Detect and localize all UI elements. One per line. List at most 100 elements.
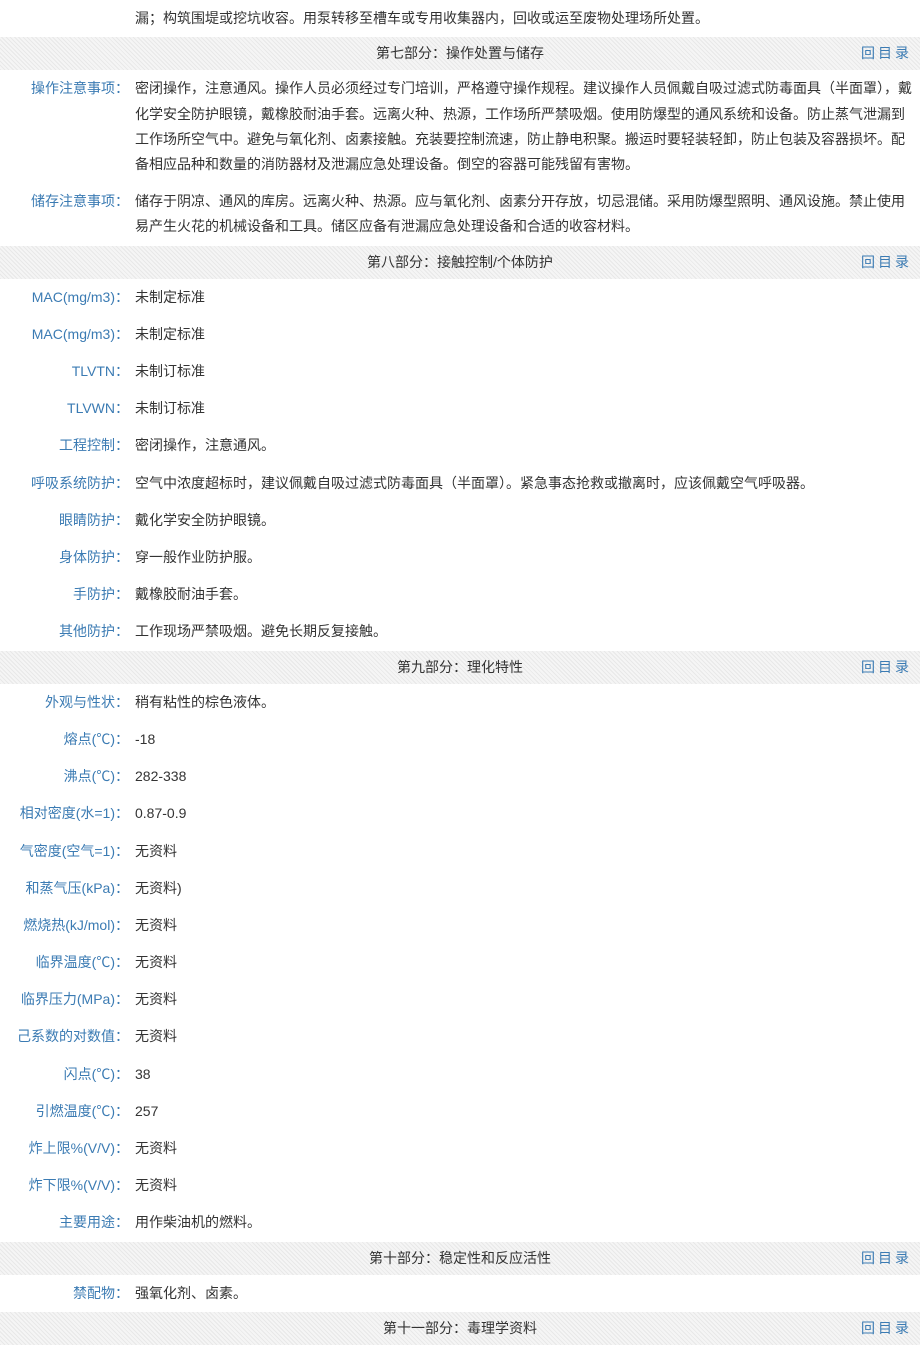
- row-value: 无资料: [131, 833, 920, 870]
- row-value: 强氧化剂、卤素。: [131, 1275, 920, 1312]
- table-row: 其他防护：工作现场严禁吸烟。避免长期反复接触。: [0, 613, 920, 650]
- row-label: 炸下限%(V/V)：: [0, 1167, 131, 1204]
- table-row: 禁配物：强氧化剂、卤素。: [0, 1275, 920, 1312]
- row-value: 无资料: [131, 944, 920, 981]
- row-value: 未制订标准: [131, 353, 920, 390]
- back-to-toc-link[interactable]: 回目录: [861, 250, 912, 275]
- section-header-8: 第八部分：接触控制/个体防护 回目录: [0, 246, 920, 279]
- row-value: 无资料: [131, 1130, 920, 1167]
- table-row: TLVWN：未制订标准: [0, 390, 920, 427]
- row-label: 炸上限%(V/V)：: [0, 1130, 131, 1167]
- row-value: 未制定标准: [131, 316, 920, 353]
- row-label: 呼吸系统防护：: [0, 465, 131, 502]
- table-row: 身体防护：穿一般作业防护服。: [0, 539, 920, 576]
- row-value: 0.87-0.9: [131, 795, 920, 832]
- table-row: 眼睛防护：戴化学安全防护眼镜。: [0, 502, 920, 539]
- row-label: 闪点(℃)：: [0, 1056, 131, 1093]
- row-label: 其他防护：: [0, 613, 131, 650]
- row-label: 主要用途：: [0, 1204, 131, 1241]
- table-row: 熔点(℃)：-18: [0, 721, 920, 758]
- row-value: 漏；构筑围堤或挖坑收容。用泵转移至槽车或专用收集器内，回收或运至废物处理场所处置…: [131, 0, 920, 37]
- back-to-toc-link[interactable]: 回目录: [861, 1316, 912, 1341]
- table-row: 引燃温度(℃)：257: [0, 1093, 920, 1130]
- row-value: 用作柴油机的燃料。: [131, 1204, 920, 1241]
- table-row: 主要用途：用作柴油机的燃料。: [0, 1204, 920, 1241]
- row-value: 戴化学安全防护眼镜。: [131, 502, 920, 539]
- row-label: [0, 0, 131, 37]
- row-value: 未制订标准: [131, 390, 920, 427]
- row-value: 38: [131, 1056, 920, 1093]
- row-label: 临界压力(MPa)：: [0, 981, 131, 1018]
- table-row: 临界压力(MPa)：无资料: [0, 981, 920, 1018]
- table-row: 炸下限%(V/V)：无资料: [0, 1167, 920, 1204]
- row-label: 禁配物：: [0, 1275, 131, 1312]
- section-header-7: 第七部分：操作处置与储存 回目录: [0, 37, 920, 70]
- section-header-11: 第十一部分：毒理学资料 回目录: [0, 1312, 920, 1345]
- row-value: 282-338: [131, 758, 920, 795]
- table-row: 沸点(℃)：282-338: [0, 758, 920, 795]
- back-to-toc-link[interactable]: 回目录: [861, 41, 912, 66]
- table-row: 相对密度(水=1)：0.87-0.9: [0, 795, 920, 832]
- section-header-9: 第九部分：理化特性 回目录: [0, 651, 920, 684]
- row-label: TLVWN：: [0, 390, 131, 427]
- table-row: 气密度(空气=1)：无资料: [0, 833, 920, 870]
- row-value: 穿一般作业防护服。: [131, 539, 920, 576]
- back-to-toc-link[interactable]: 回目录: [861, 1246, 912, 1271]
- row-label: 工程控制：: [0, 427, 131, 464]
- row-label: 临界温度(℃)：: [0, 944, 131, 981]
- row-label: 操作注意事项：: [0, 70, 131, 183]
- row-label: 气密度(空气=1)：: [0, 833, 131, 870]
- table-row: TLVTN：未制订标准: [0, 353, 920, 390]
- row-label: 和蒸气压(kPa)：: [0, 870, 131, 907]
- table-row: 手防护：戴橡胶耐油手套。: [0, 576, 920, 613]
- row-value: 无资料: [131, 1167, 920, 1204]
- table-row: 漏；构筑围堤或挖坑收容。用泵转移至槽车或专用收集器内，回收或运至废物处理场所处置…: [0, 0, 920, 37]
- row-value: -18: [131, 721, 920, 758]
- row-value: 密闭操作，注意通风。操作人员必须经过专门培训，严格遵守操作规程。建议操作人员佩戴…: [131, 70, 920, 183]
- row-label: 引燃温度(℃)：: [0, 1093, 131, 1130]
- row-label: 己系数的对数值：: [0, 1018, 131, 1055]
- row-label: 手防护：: [0, 576, 131, 613]
- table-row: 工程控制：密闭操作，注意通风。: [0, 427, 920, 464]
- row-value: 257: [131, 1093, 920, 1130]
- row-label: MAC(mg/m3)：: [0, 316, 131, 353]
- table-row: 燃烧热(kJ/mol)：无资料: [0, 907, 920, 944]
- back-to-toc-link[interactable]: 回目录: [861, 655, 912, 680]
- row-label: 相对密度(水=1)：: [0, 795, 131, 832]
- row-label: 储存注意事项：: [0, 183, 131, 245]
- row-value: 无资料): [131, 870, 920, 907]
- row-label: 沸点(℃)：: [0, 758, 131, 795]
- table-row: MAC(mg/m3)：未制定标准: [0, 279, 920, 316]
- row-label: MAC(mg/m3)：: [0, 279, 131, 316]
- row-value: 戴橡胶耐油手套。: [131, 576, 920, 613]
- table-row: 操作注意事项： 密闭操作，注意通风。操作人员必须经过专门培训，严格遵守操作规程。…: [0, 70, 920, 183]
- row-label: 身体防护：: [0, 539, 131, 576]
- row-value: 无资料: [131, 907, 920, 944]
- section-header-10: 第十部分：稳定性和反应活性 回目录: [0, 1242, 920, 1275]
- row-value: 未制定标准: [131, 279, 920, 316]
- row-label: 熔点(℃)：: [0, 721, 131, 758]
- table-row: 和蒸气压(kPa)：无资料): [0, 870, 920, 907]
- table-row: 闪点(℃)：38: [0, 1056, 920, 1093]
- section-title: 第十部分：稳定性和反应活性: [0, 1246, 920, 1271]
- row-value: 空气中浓度超标时，建议佩戴自吸过滤式防毒面具（半面罩）。紧急事态抢救或撤离时，应…: [131, 465, 920, 502]
- msds-table: 漏；构筑围堤或挖坑收容。用泵转移至槽车或专用收集器内，回收或运至废物处理场所处置…: [0, 0, 920, 1345]
- table-row: MAC(mg/m3)：未制定标准: [0, 316, 920, 353]
- row-value: 无资料: [131, 981, 920, 1018]
- table-row: 炸上限%(V/V)：无资料: [0, 1130, 920, 1167]
- table-row: 储存注意事项： 储存于阴凉、通风的库房。远离火种、热源。应与氧化剂、卤素分开存放…: [0, 183, 920, 245]
- row-label: 眼睛防护：: [0, 502, 131, 539]
- table-row: 己系数的对数值：无资料: [0, 1018, 920, 1055]
- row-label: 燃烧热(kJ/mol)：: [0, 907, 131, 944]
- row-value: 密闭操作，注意通风。: [131, 427, 920, 464]
- row-value: 储存于阴凉、通风的库房。远离火种、热源。应与氧化剂、卤素分开存放，切忌混储。采用…: [131, 183, 920, 245]
- row-value: 稍有粘性的棕色液体。: [131, 684, 920, 721]
- section-title: 第十一部分：毒理学资料: [0, 1316, 920, 1341]
- section-title: 第九部分：理化特性: [0, 655, 920, 680]
- section-title: 第七部分：操作处置与储存: [0, 41, 920, 66]
- table-row: 外观与性状：稍有粘性的棕色液体。: [0, 684, 920, 721]
- table-row: 临界温度(℃)：无资料: [0, 944, 920, 981]
- section-title: 第八部分：接触控制/个体防护: [0, 250, 920, 275]
- table-row: 呼吸系统防护：空气中浓度超标时，建议佩戴自吸过滤式防毒面具（半面罩）。紧急事态抢…: [0, 465, 920, 502]
- row-value: 工作现场严禁吸烟。避免长期反复接触。: [131, 613, 920, 650]
